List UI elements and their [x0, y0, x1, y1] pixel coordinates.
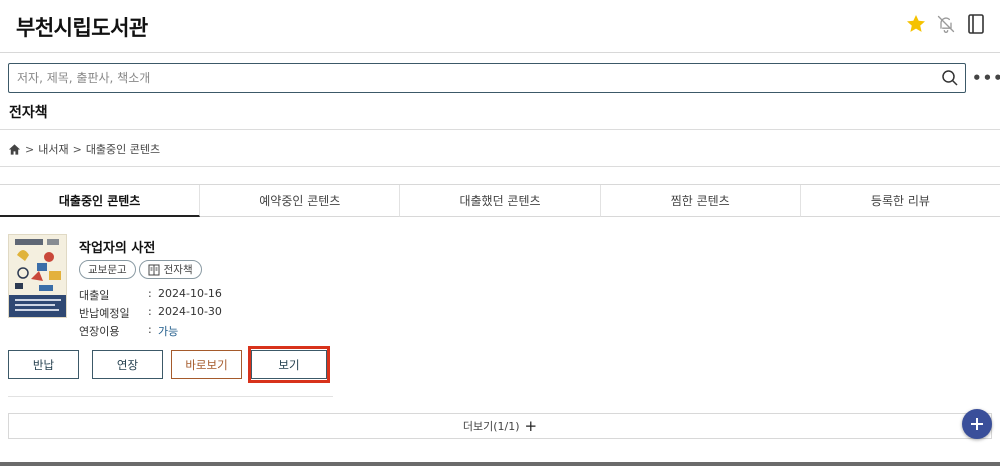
load-more-label: 더보기(1/1): [462, 420, 520, 433]
tab-borrowed-history[interactable]: 대출했던 콘텐츠: [400, 185, 601, 217]
due-date-value: 2024-10-30: [158, 305, 222, 318]
type-badge: 전자책: [138, 260, 202, 279]
tab-reserved[interactable]: 예약중인 콘텐츠: [200, 185, 401, 217]
extension-value: 가능: [158, 325, 179, 338]
search-row: •••: [0, 63, 1000, 93]
breadcrumb-item-current[interactable]: 대출중인 콘텐츠: [86, 141, 160, 157]
bottom-bar: [0, 462, 1000, 466]
provider-badge-label: 교보문고: [88, 264, 127, 276]
colon: :: [148, 305, 152, 318]
bell-off-icon[interactable]: [934, 12, 958, 36]
app-title: 부천시립도서관: [16, 16, 148, 40]
home-icon[interactable]: [8, 143, 21, 156]
divider: [0, 166, 1000, 167]
view-button[interactable]: 보기: [251, 350, 327, 379]
due-date-label: 반납예정일: [79, 307, 130, 320]
tab-bar: 대출중인 콘텐츠 예약중인 콘텐츠 대출했던 콘텐츠 찜한 콘텐츠 등록한 리뷰: [0, 184, 1000, 217]
provider-badge: 교보문고: [79, 260, 136, 279]
breadcrumb: > 내서재 > 대출중인 콘텐츠: [8, 141, 160, 157]
star-icon[interactable]: [904, 12, 928, 36]
return-button[interactable]: 반납: [8, 350, 79, 379]
loan-date-value: 2024-10-16: [158, 287, 222, 300]
section-title: 전자책: [9, 105, 48, 121]
search-icon[interactable]: [941, 69, 959, 87]
breadcrumb-separator: >: [72, 142, 82, 156]
book-cover-image[interactable]: [8, 234, 67, 318]
breadcrumb-item-library[interactable]: 내서재: [38, 141, 68, 157]
ebook-icon: [148, 264, 160, 276]
plus-icon: [971, 418, 983, 430]
app-header: 부천시립도서관: [0, 0, 1000, 53]
book-icon[interactable]: [964, 12, 988, 36]
tab-wishlist[interactable]: 찜한 콘텐츠: [600, 185, 801, 217]
book-title[interactable]: 작업자의 사전: [79, 237, 155, 256]
divider: [8, 396, 333, 397]
type-badge-label: 전자책: [163, 264, 193, 276]
tab-reviews[interactable]: 등록한 리뷰: [800, 185, 1000, 217]
tab-borrowing[interactable]: 대출중인 콘텐츠: [0, 185, 201, 217]
divider: [0, 129, 1000, 130]
extend-button[interactable]: 연장: [92, 350, 163, 379]
plus-icon: +: [524, 416, 538, 435]
colon: :: [148, 287, 152, 300]
search-box: [8, 63, 966, 93]
extension-label: 연장이용: [79, 325, 120, 338]
colon: :: [148, 323, 152, 336]
quick-view-button[interactable]: 바로보기: [171, 350, 242, 379]
more-options-icon[interactable]: •••: [972, 70, 1000, 86]
search-input[interactable]: [17, 64, 937, 92]
breadcrumb-separator: >: [25, 142, 35, 156]
floating-add-button[interactable]: [962, 409, 992, 439]
loan-date-label: 대출일: [79, 289, 110, 302]
load-more-button[interactable]: 더보기(1/1) +: [8, 413, 992, 439]
book-badges: 교보문고 전자책: [79, 260, 202, 279]
